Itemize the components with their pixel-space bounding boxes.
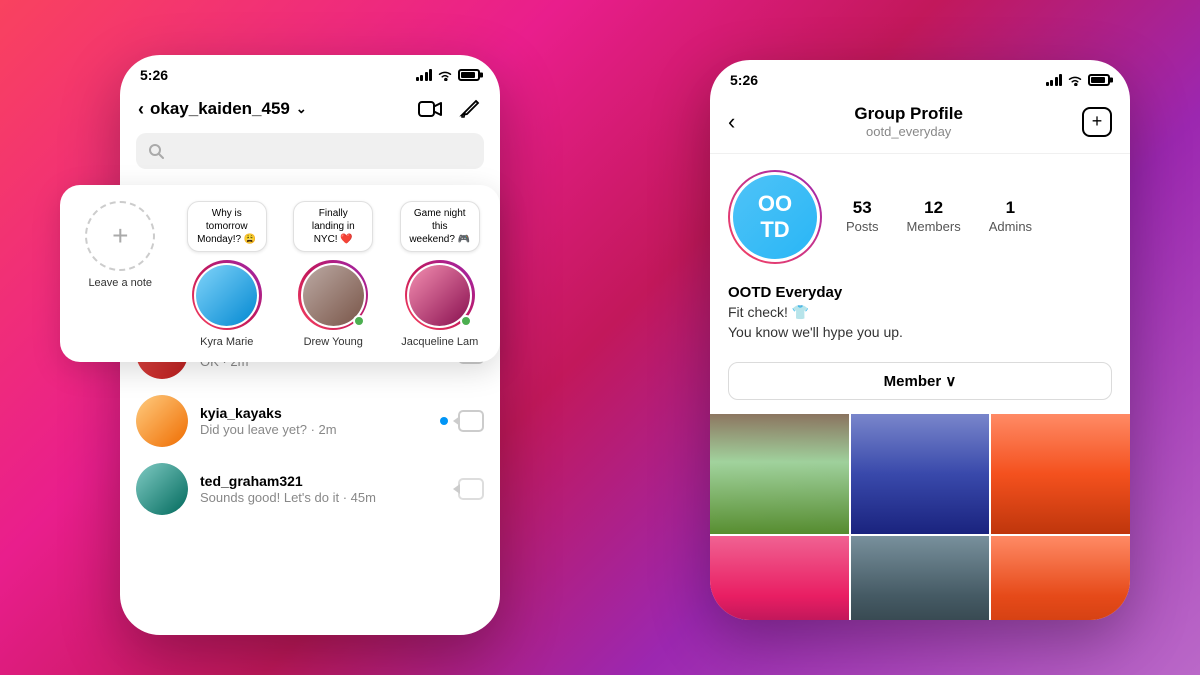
story-avatar-drew [298,260,368,330]
story-item-jacqueline[interactable]: Game night this weekend? 🎮 Jacqueline La… [400,201,480,348]
story-name-add: Leave a note [88,277,152,289]
group-bio: Fit check! 👕 You know we'll hype you up. [728,303,1112,342]
online-indicator-jacqueline [460,315,472,327]
story-name-drew: Drew Young [304,336,363,348]
video-call-icon[interactable] [418,97,442,121]
group-avatar: OO TD [728,170,822,264]
story-item-kyra[interactable]: Why is tomorrow Monday!? 😩 Kyra Marie [187,201,267,348]
message-content-2: kyia_kayaks Did you leave yet? · 2m [200,405,428,437]
group-subtitle: ootd_everyday [854,124,963,139]
avatar-kyia [136,395,188,447]
message-preview-2: Did you leave yet? · 2m [200,422,428,437]
stat-admins: 1 Admins [989,198,1032,236]
add-to-group-button[interactable]: + [1082,107,1112,137]
stat-admins-number: 1 [989,198,1032,218]
story-avatar-kyra [192,260,262,330]
back-button-group[interactable]: ‹ [728,109,735,135]
status-icons-right [1046,74,1111,86]
grid-cell-6[interactable] [991,536,1130,620]
status-icons-left [416,69,481,81]
phone-header-left: ‹ okay_kaiden_459 ⌄ [120,89,500,133]
back-arrow[interactable]: ‹ [138,99,144,120]
grid-cell-2[interactable] [851,414,990,534]
message-username-2: kyia_kayaks [200,405,428,421]
signal-icon-right [1046,74,1063,86]
photo-grid [710,414,1130,620]
chevron-down-icon[interactable]: ⌄ [296,101,307,117]
status-bar-left: 5:26 [120,55,500,89]
member-btn-wrap: Member ∨ [710,354,1130,414]
status-bar-right: 5:26 [710,60,1130,94]
grid-cell-3[interactable] [991,414,1130,534]
add-story-button[interactable]: + [85,201,155,271]
stories-overlay-card: + Leave a note Why is tomorrow Monday!? … [60,185,500,362]
unread-dot-2 [440,417,448,425]
wifi-icon-right [1067,74,1083,86]
group-name: OOTD Everyday [728,284,1112,301]
wifi-icon [437,69,453,81]
stat-admins-label: Admins [989,219,1032,234]
stat-members-number: 12 [907,198,961,218]
signal-icon [416,69,433,81]
camera-icon-2[interactable] [458,410,484,432]
story-name-kyra: Kyra Marie [200,336,253,348]
plus-icon-group: + [1092,111,1103,132]
message-username-3: ted_graham321 [200,473,446,489]
battery-icon [458,69,480,81]
story-name-jacqueline: Jacqueline Lam [401,336,478,348]
compose-icon[interactable] [458,97,482,121]
stories-row: + Leave a note Why is tomorrow Monday!? … [74,201,486,348]
grid-cell-4[interactable] [710,536,849,620]
search-bar[interactable] [136,133,484,169]
header-nav[interactable]: ‹ okay_kaiden_459 ⌄ [138,99,307,120]
group-avatar-inner: OO TD [730,172,820,262]
avatar-text-line1: OO [758,191,792,217]
group-bio-line2: You know we'll hype you up. [728,323,1112,343]
message-item-3[interactable]: ted_graham321 Sounds good! Let's do it ·… [136,455,484,523]
camera-icon-3[interactable] [458,478,484,500]
message-item-2[interactable]: kyia_kayaks Did you leave yet? · 2m [136,387,484,455]
grid-cell-1[interactable] [710,414,849,534]
avatar-ted [136,463,188,515]
story-item-add[interactable]: + Leave a note [80,201,160,289]
plus-icon: + [112,222,128,250]
grid-cell-5[interactable] [851,536,990,620]
stat-posts: 53 Posts [846,198,879,236]
group-info: OOTD Everyday Fit check! 👕 You know we'l… [710,280,1130,354]
chat-username[interactable]: okay_kaiden_459 [150,99,290,119]
avatar-text-line2: TD [758,217,792,243]
group-stats: 53 Posts 12 Members 1 Admins [846,198,1032,236]
group-header: ‹ Group Profile ootd_everyday + [710,94,1130,154]
stat-posts-number: 53 [846,198,879,218]
time-right: 5:26 [730,72,758,88]
right-phone: 5:26 ‹ Group Profile ootd_everyday + [710,60,1130,620]
online-indicator-drew [353,315,365,327]
group-profile-title: Group Profile [854,104,963,124]
story-item-drew[interactable]: Finally landing in NYC! ❤️ Drew Young [293,201,373,348]
message-indicators-2 [440,410,484,432]
group-header-center: Group Profile ootd_everyday [854,104,963,139]
group-profile-section: OO TD 53 Posts 12 Members 1 Admins [710,154,1130,280]
stat-members: 12 Members [907,198,961,236]
story-avatar-jacqueline [405,260,475,330]
message-indicators-3 [458,478,484,500]
stat-posts-label: Posts [846,219,879,234]
stat-members-label: Members [907,219,961,234]
search-icon [148,143,164,159]
battery-icon-right [1088,74,1110,86]
header-action-icons [418,97,482,121]
story-note-jacqueline: Game night this weekend? 🎮 [400,201,480,252]
member-button[interactable]: Member ∨ [728,362,1112,400]
story-note-drew: Finally landing in NYC! ❤️ [293,201,373,252]
group-bio-line1: Fit check! 👕 [728,303,1112,323]
time-left: 5:26 [140,67,168,83]
story-note-kyra: Why is tomorrow Monday!? 😩 [187,201,267,252]
message-content-3: ted_graham321 Sounds good! Let's do it ·… [200,473,446,505]
message-preview-3: Sounds good! Let's do it · 45m [200,490,446,505]
